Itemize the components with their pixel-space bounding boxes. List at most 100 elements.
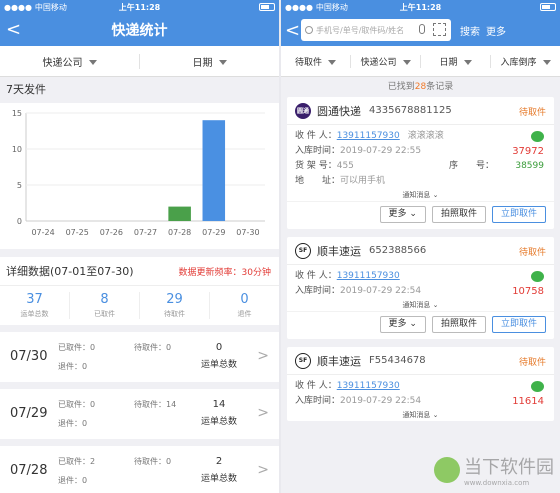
dropdown-arrow-icon — [402, 59, 411, 65]
day-row[interactable]: 07/28 已取件：2 待取件：0 退件：0 2 运单总数 > — [0, 446, 279, 493]
pickup-now-button[interactable]: 立即取件 — [491, 206, 546, 223]
battery-icon — [259, 3, 275, 11]
parcel-card[interactable]: SF 顺丰速运 652388566 待取件 收 件 人：13911157930 … — [287, 237, 554, 339]
dropdown-arrow-icon — [218, 60, 227, 65]
card-header: SF 顺丰速运 F55434678 待取件 — [287, 347, 554, 375]
microphone-icon[interactable] — [419, 24, 425, 34]
photo-pickup-button[interactable]: 拍照取件 — [431, 316, 486, 333]
card-header: SF 顺丰速运 652388566 待取件 — [287, 237, 554, 265]
more-actions-button[interactable]: 更多 ⌄ — [379, 206, 426, 223]
chart-panel: 0 5 10 15 07-24 07-25 07-26 07-27 07-28 07-29 07-3… — [0, 103, 279, 249]
scan-icon[interactable] — [433, 23, 446, 36]
result-count-number: 28 — [414, 82, 427, 92]
parcel-card[interactable]: 圆通 圆通快递 4335678881125 待取件 收 件 人：13911157… — [287, 97, 554, 229]
day-row[interactable]: 07/29 已取件：0 待取件：14 退件：0 14 运单总数 > — [0, 389, 279, 439]
search-icon — [305, 26, 313, 34]
filter-date[interactable]: 日期 — [420, 54, 490, 68]
filter-courier-label: 快递公司 — [360, 57, 397, 68]
waiting-count: 待取件：14 — [134, 400, 177, 409]
shelf-row: 货 架 号：455 序 号： 38599 — [287, 159, 554, 174]
filter-status[interactable]: 待取件 — [281, 55, 350, 68]
filter-courier[interactable]: 快递公司 — [0, 54, 139, 69]
returned-count: 退件：0 — [58, 476, 88, 485]
wechat-icon[interactable] — [531, 131, 544, 142]
filter-courier-label: 快递公司 — [42, 57, 83, 69]
returned-count: 退件：0 — [58, 362, 88, 371]
in-time-row: 入库时间：2019-07-29 22:55 37972 — [295, 146, 544, 157]
filter-courier[interactable]: 快递公司 — [350, 54, 420, 68]
search-button[interactable]: 搜索 — [460, 23, 480, 38]
notice-toggle[interactable]: 通知消息 ⌄ — [287, 299, 554, 311]
bar — [168, 206, 191, 221]
day-total-label: 运单总数 — [200, 417, 237, 427]
result-count: 已找到28条记录 — [387, 82, 454, 92]
picked-count: 已取件：2 — [58, 457, 96, 466]
filter-date[interactable]: 日期 — [139, 53, 279, 69]
day-total: 14 运单总数 — [189, 399, 249, 427]
waiting-count: 待取件：0 — [134, 343, 172, 352]
phone-link[interactable]: 13911157930 — [337, 131, 400, 141]
sf-logo-icon: SF — [295, 352, 311, 369]
card-actions: 更多 ⌄ 拍照取件 立即取件 — [287, 201, 554, 229]
returned-count: 退件：0 — [58, 419, 88, 428]
signal-icon: ●●●● — [285, 2, 313, 12]
photo-pickup-button[interactable]: 拍照取件 — [431, 206, 486, 223]
wechat-icon[interactable] — [531, 271, 544, 282]
seven-day-bar-chart: 0 5 10 15 07-24 07-25 07-26 07-27 07-28 07-29 07-3… — [12, 109, 265, 237]
yto-logo-icon: 圆通 — [295, 102, 311, 119]
search-input[interactable]: 手机号/单号/取件码/姓名 — [301, 19, 451, 41]
x-tick-label: 07-30 — [236, 228, 259, 237]
recipient-row: 收 件 人：13911157930 — [287, 379, 554, 394]
chart-section-title: 7天发件 — [6, 83, 46, 96]
summary-label: 已取件 — [94, 310, 115, 318]
pickup-now-button[interactable]: 立即取件 — [491, 316, 546, 333]
waiting-count: 待取件：0 — [134, 457, 172, 466]
more-button[interactable]: 更多 — [486, 23, 506, 38]
filter-date-label: 日期 — [192, 57, 213, 69]
x-tick-label: 07-27 — [134, 228, 157, 237]
courier-name: 顺丰速运 — [317, 354, 361, 368]
bar — [202, 120, 226, 221]
day-total-label: 运单总数 — [200, 474, 237, 484]
phone-link[interactable]: 13911157930 — [337, 381, 400, 391]
summary-label: 待取件 — [164, 310, 185, 318]
notice-toggle[interactable]: 通知消息 ⌄ — [287, 409, 554, 421]
day-total: 0 运单总数 — [189, 342, 249, 370]
parcel-card[interactable]: SF 顺丰速运 F55434678 待取件 收 件 人：13911157930 … — [287, 347, 554, 421]
day-row[interactable]: 07/30 已取件：0 待取件：0 退件：0 0 运单总数 > — [0, 332, 279, 382]
stats-screen: ●●●● 中国移动 上午11:28 < 快递统计 快递公司 日期 7天发件 0 5… — [0, 0, 279, 493]
watermark-name: 当下软件园 — [464, 457, 554, 478]
day-total-label: 运单总数 — [200, 360, 237, 370]
sequence-number: 38599 — [515, 161, 544, 171]
courier-name: 圆通快递 — [317, 104, 361, 118]
more-actions-button[interactable]: 更多 ⌄ — [379, 316, 426, 333]
page-title: 快递统计 — [111, 23, 168, 39]
summary-value: 29 — [166, 292, 183, 307]
recipient-row: 收 件 人：13911157930 — [287, 269, 554, 284]
back-chevron-icon[interactable]: < — [285, 20, 301, 41]
phone-link[interactable]: 13911157930 — [337, 271, 400, 281]
status-bar: ●●●● 中国移动 上午11:28 — [0, 0, 279, 14]
chevron-right-icon: > — [257, 405, 269, 421]
dropdown-arrow-icon — [88, 60, 97, 65]
notice-toggle[interactable]: 通知消息 ⌄ — [287, 189, 554, 201]
courier-name: 顺丰速运 — [317, 244, 361, 258]
in-time-row: 入库时间：2019-07-29 22:54 10758 — [295, 286, 544, 297]
filter-date-label: 日期 — [439, 57, 458, 68]
day-date: 07/29 — [10, 406, 48, 421]
chevron-down-icon: ⌄ — [432, 301, 439, 309]
back-chevron-icon[interactable]: < — [6, 20, 21, 40]
y-tick-label: 5 — [17, 181, 22, 190]
filter-sort[interactable]: 入库倒序 — [490, 54, 560, 68]
recipient-row: 收 件 人：13911157930 滚滚滚滚 — [287, 129, 554, 144]
in-time-row: 入库时间：2019-07-29 22:54 11614 — [295, 396, 544, 407]
summary-picked: 8 已取件 — [69, 292, 139, 319]
chevron-right-icon: > — [257, 348, 269, 364]
nav-bar: < 快递统计 — [0, 14, 279, 46]
battery-icon — [540, 3, 556, 11]
card-actions: 更多 ⌄ 拍照取件 立即取件 — [287, 311, 554, 339]
search-bar: < 手机号/单号/取件码/姓名 搜索 更多 — [281, 14, 560, 46]
wechat-icon[interactable] — [531, 381, 544, 392]
day-date: 07/30 — [10, 349, 48, 364]
dropdown-arrow-icon — [328, 59, 336, 65]
